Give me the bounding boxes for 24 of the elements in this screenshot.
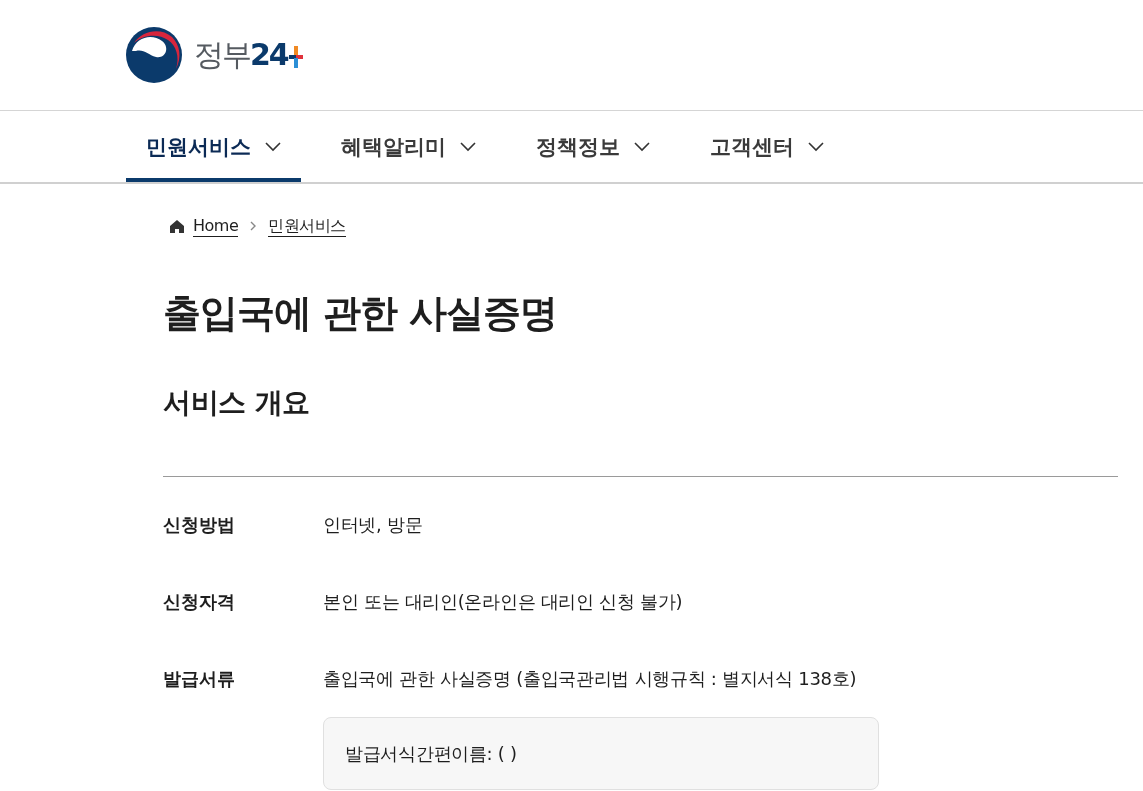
chevron-down-icon bbox=[634, 141, 650, 152]
home-icon bbox=[170, 219, 184, 233]
detail-label: 신청자격 bbox=[163, 590, 236, 614]
detail-value: 본인 또는 대리인(온라인은 대리인 신청 불가) bbox=[323, 590, 683, 614]
emblem-icon bbox=[126, 27, 182, 83]
chevron-down-icon bbox=[460, 141, 476, 152]
note-box: 발급서식간편이름: ( ) bbox=[323, 717, 879, 790]
plus-icon bbox=[288, 46, 303, 68]
nav-tab[interactable]: 혜택알리미 bbox=[321, 111, 496, 182]
detail-label: 발급서류 bbox=[163, 667, 236, 691]
page-title: 출입국에 관한 사실증명 bbox=[163, 290, 559, 337]
chevron-down-icon bbox=[265, 141, 281, 152]
home-link[interactable]: Home bbox=[193, 215, 239, 237]
nav-tab[interactable]: 고객센터 bbox=[690, 111, 844, 182]
nav-tab[interactable]: 정책정보 bbox=[516, 111, 670, 182]
breadcrumb-link[interactable]: 민원서비스 bbox=[268, 215, 346, 237]
detail-value: 인터넷, 방문 bbox=[323, 513, 423, 537]
nav-tab[interactable]: 민원서비스 bbox=[126, 111, 301, 182]
section-title: 서비스 개요 bbox=[163, 385, 311, 421]
detail-label: 신청방법 bbox=[163, 513, 236, 537]
detail-value: 출입국에 관한 사실증명 (출입국관리법 시행규칙 : 별지서식 138호) bbox=[323, 667, 858, 691]
chevron-down-icon bbox=[808, 141, 824, 152]
logo-text: 정부24 bbox=[194, 37, 288, 73]
chevron-right-icon bbox=[250, 221, 257, 231]
